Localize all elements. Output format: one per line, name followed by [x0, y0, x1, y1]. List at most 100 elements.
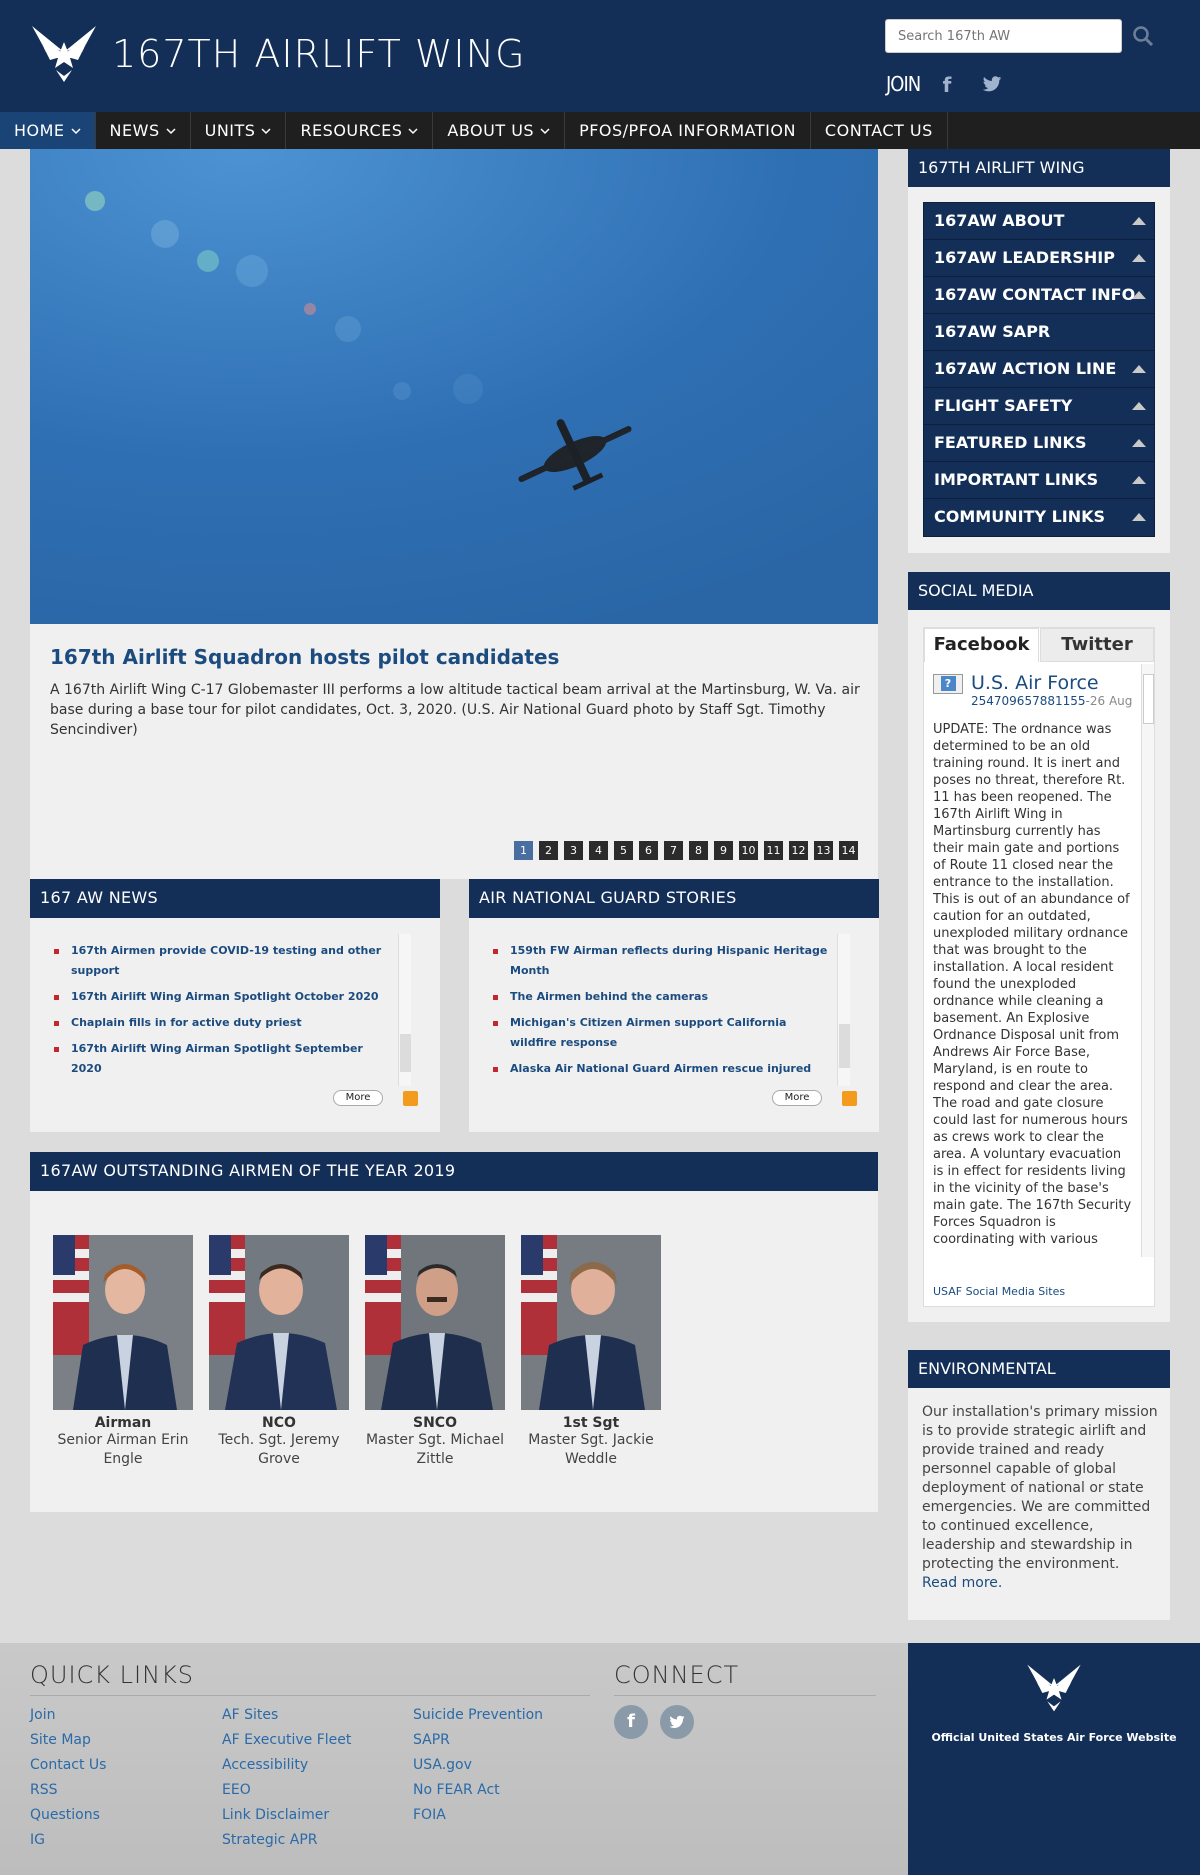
accordion-item-contact-info[interactable]: 167AW CONTACT INFO — [924, 277, 1154, 314]
footer-link[interactable]: AF Sites — [222, 1703, 351, 1728]
feed-scrollbar[interactable] — [1141, 664, 1154, 1257]
footer-link[interactable]: FOIA — [413, 1803, 543, 1828]
news-item[interactable]: 167th Airlift Wing Airman Spotlight Sept… — [50, 1039, 390, 1079]
airman-card[interactable]: SNCO Master Sgt. Michael Zittle — [360, 1235, 510, 1469]
nav-news[interactable]: NEWS — [96, 112, 191, 149]
footer-link[interactable]: Contact Us — [30, 1753, 106, 1778]
footer-link[interactable]: Strategic APR — [222, 1828, 351, 1853]
nav-pfos-pfoa[interactable]: PFOS/PFOA INFORMATION — [565, 112, 811, 149]
pager-button[interactable]: 12 — [789, 841, 808, 860]
pager-button[interactable]: 6 — [639, 841, 658, 860]
news-167aw-scrollbar[interactable] — [398, 934, 411, 1086]
join-link[interactable]: JOIN — [886, 72, 921, 96]
accordion-item-label: 167AW LEADERSHIP — [934, 248, 1115, 267]
airman-photo[interactable] — [365, 1235, 505, 1410]
footer-link[interactable]: Questions — [30, 1803, 106, 1828]
footer-link[interactable]: Site Map — [30, 1728, 106, 1753]
footer-link[interactable]: RSS — [30, 1778, 106, 1803]
accordion-item-important-links[interactable]: IMPORTANT LINKS — [924, 462, 1154, 499]
accordion-item-label: FEATURED LINKS — [934, 433, 1087, 452]
accordion-item-community-links[interactable]: COMMUNITY LINKS — [924, 499, 1154, 536]
pager-button[interactable]: 10 — [739, 841, 758, 860]
pager-button[interactable]: 2 — [539, 841, 558, 860]
footer-link[interactable]: SAPR — [413, 1728, 543, 1753]
footer-facebook-icon[interactable]: f — [614, 1705, 648, 1739]
accordion-item-featured-links[interactable]: FEATURED LINKS — [924, 425, 1154, 462]
chevron-down-icon — [540, 127, 550, 134]
main-nav: HOME NEWS UNITS RESOURCES ABOUT US PFOS/… — [0, 112, 1200, 149]
pager-button[interactable]: 11 — [764, 841, 783, 860]
pager-button[interactable]: 9 — [714, 841, 733, 860]
pager-button[interactable]: 1 — [514, 841, 533, 860]
airman-photo[interactable] — [209, 1235, 349, 1410]
footer-link[interactable]: AF Executive Fleet — [222, 1728, 351, 1753]
pager-button[interactable]: 13 — [814, 841, 833, 860]
airman-photo[interactable] — [521, 1235, 661, 1410]
tab-facebook[interactable]: Facebook — [924, 628, 1039, 662]
rss-icon[interactable] — [842, 1091, 857, 1106]
pager-button[interactable]: 5 — [614, 841, 633, 860]
pager-button[interactable]: 8 — [689, 841, 708, 860]
environmental-read-more-link[interactable]: Read more. — [922, 1575, 1002, 1591]
rss-icon[interactable] — [403, 1091, 418, 1106]
news-item[interactable]: 167th Airlift Wing Airman Spotlight Octo… — [50, 987, 390, 1007]
feed-page-name[interactable]: U.S. Air Force — [971, 672, 1132, 694]
search-input[interactable] — [885, 19, 1122, 53]
news-item[interactable]: Alaska Air National Guard Airmen rescue … — [489, 1059, 829, 1079]
news-item[interactable]: Michigan's Citizen Airmen support Califo… — [489, 1013, 829, 1053]
pager-button[interactable]: 14 — [839, 841, 858, 860]
footer-link[interactable]: No FEAR Act — [413, 1778, 543, 1803]
footer-link[interactable]: IG — [30, 1828, 106, 1853]
airman-card[interactable]: 1st Sgt Master Sgt. Jackie Weddle — [516, 1235, 666, 1469]
air-force-logo-icon[interactable] — [28, 22, 100, 86]
accordion-item-label: 167AW ABOUT — [934, 211, 1065, 230]
news-ang-more-button[interactable]: More — [772, 1090, 822, 1106]
page-avatar[interactable]: ? — [933, 674, 963, 694]
twitter-icon[interactable] — [981, 73, 1003, 95]
twitter-glyph — [669, 1715, 685, 1728]
footer-twitter-icon[interactable] — [660, 1705, 694, 1739]
facebook-icon[interactable]: f — [937, 73, 957, 97]
nav-about-us[interactable]: ABOUT US — [433, 112, 566, 149]
airman-card[interactable]: NCO Tech. Sgt. Jeremy Grove — [204, 1235, 354, 1469]
tab-twitter[interactable]: Twitter — [1040, 628, 1154, 662]
nav-resources[interactable]: RESOURCES — [286, 112, 434, 149]
site-title[interactable]: 167TH AIRLIFT WING — [112, 32, 526, 76]
usaf-social-media-link[interactable]: USAF Social Media Sites — [933, 1285, 1065, 1298]
nav-contact-us[interactable]: CONTACT US — [811, 112, 948, 149]
airman-card[interactable]: Airman Senior Airman Erin Engle — [48, 1235, 198, 1469]
footer-link[interactable]: USA.gov — [413, 1753, 543, 1778]
news-ang-scrollbar[interactable] — [837, 934, 850, 1086]
hero-image[interactable] — [30, 149, 878, 624]
news-item[interactable]: Chaplain fills in for active duty priest — [50, 1013, 390, 1033]
pager-button[interactable]: 4 — [589, 841, 608, 860]
accordion-item-about[interactable]: 167AW ABOUT — [924, 203, 1154, 240]
scrollbar-thumb[interactable] — [400, 1034, 411, 1072]
accordion-item-flight-safety[interactable]: FLIGHT SAFETY — [924, 388, 1154, 425]
news-item[interactable]: The Airmen behind the cameras — [489, 987, 829, 1007]
scrollbar-thumb[interactable] — [839, 1024, 850, 1068]
pager-button[interactable]: 3 — [564, 841, 583, 860]
nav-pfos-pfoa-label: PFOS/PFOA INFORMATION — [579, 121, 796, 140]
accordion-item-action-line[interactable]: 167AW ACTION LINE — [924, 351, 1154, 388]
nav-units[interactable]: UNITS — [191, 112, 287, 149]
accordion-item-sapr[interactable]: 167AW SAPR — [924, 314, 1154, 351]
news-item[interactable]: 167th Airmen provide COVID-19 testing an… — [50, 941, 390, 981]
footer-link[interactable]: Suicide Prevention — [413, 1703, 543, 1728]
nav-home[interactable]: HOME — [0, 112, 96, 149]
footer-link[interactable]: Join — [30, 1703, 106, 1728]
official-af-website-panel[interactable]: Official United States Air Force Website — [908, 1643, 1200, 1875]
footer-link[interactable]: Accessibility — [222, 1753, 351, 1778]
hero-headline[interactable]: 167th Airlift Squadron hosts pilot candi… — [50, 645, 559, 669]
news-167aw-more-button[interactable]: More — [333, 1090, 383, 1106]
feed-post-id[interactable]: 254709657881155 — [971, 694, 1086, 708]
search-icon[interactable] — [1131, 24, 1155, 48]
pager-button[interactable]: 7 — [664, 841, 683, 860]
footer-link[interactable]: Link Disclaimer — [222, 1803, 351, 1828]
news-item[interactable]: 159th FW Airman reflects during Hispanic… — [489, 941, 829, 981]
accordion-item-leadership[interactable]: 167AW LEADERSHIP — [924, 240, 1154, 277]
airman-photo[interactable] — [53, 1235, 193, 1410]
nav-home-label: HOME — [14, 121, 65, 140]
scrollbar-thumb[interactable] — [1143, 674, 1154, 724]
footer-link[interactable]: EEO — [222, 1778, 351, 1803]
